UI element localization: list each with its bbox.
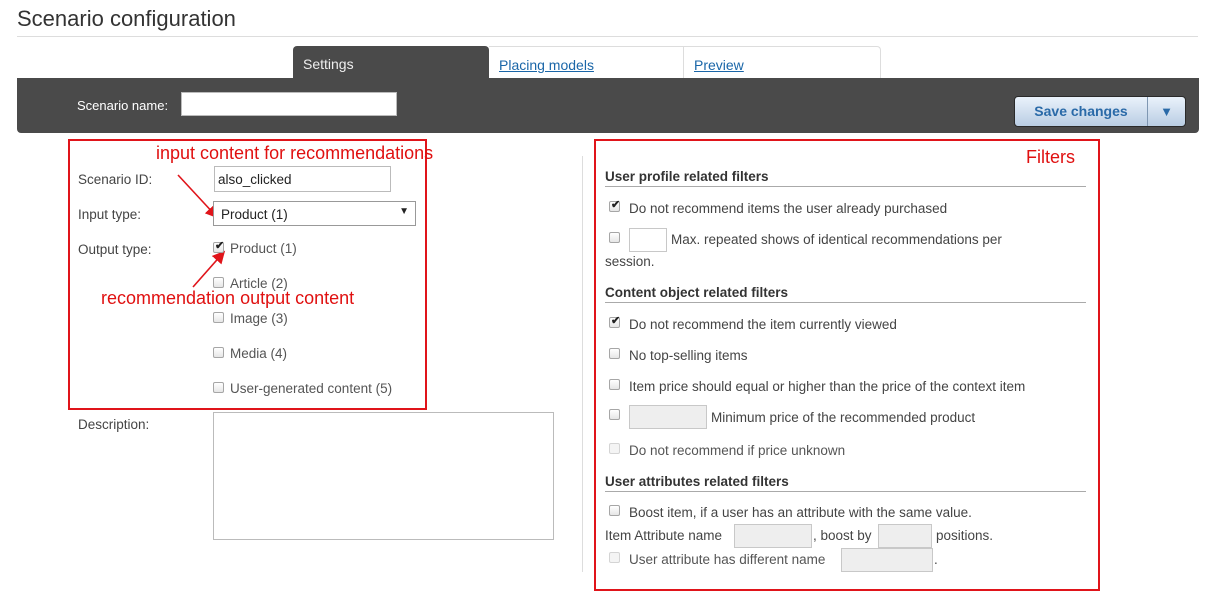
input-type-label: Input type: xyxy=(78,207,142,222)
no-top-selling-label: No top-selling items xyxy=(629,348,748,363)
filters-annotation: Filters xyxy=(1026,147,1075,167)
boost-by-label: , boost by xyxy=(813,528,872,543)
section-divider xyxy=(605,186,1086,187)
output-ugc-checkbox[interactable] xyxy=(213,382,224,393)
price-unknown-checkbox[interactable] xyxy=(609,443,620,454)
no-purchased-checkbox[interactable]: ✔ xyxy=(609,199,621,212)
output-ugc-label: User-generated content (5) xyxy=(230,381,393,396)
different-name-checkbox[interactable] xyxy=(609,552,620,563)
user-attributes-filters-title: User attributes related filters xyxy=(605,474,789,489)
min-price-label: Minimum price of the recommended product xyxy=(711,410,976,425)
output-media-checkbox[interactable] xyxy=(213,347,224,358)
no-top-selling-checkbox[interactable] xyxy=(609,348,620,359)
output-media-label: Media (4) xyxy=(230,346,288,361)
check-icon: ✔ xyxy=(611,315,621,327)
max-repeated-input[interactable] xyxy=(629,228,667,252)
price-unknown-label: Do not recommend if price unknown xyxy=(629,443,846,458)
output-article-label: Article (2) xyxy=(230,276,288,291)
no-purchased-label: Do not recommend items the user already … xyxy=(629,201,948,216)
input-type-value: Product (1) xyxy=(221,207,288,222)
different-name-label: User attribute has different name xyxy=(629,552,826,567)
price-equal-higher-label: Item price should equal or higher than t… xyxy=(629,379,1026,394)
input-arrow xyxy=(177,174,219,219)
positions-label: positions. xyxy=(936,528,994,543)
max-repeated-label-cont: session. xyxy=(605,254,655,269)
description-textarea[interactable] xyxy=(213,412,554,540)
boost-item-label: Boost item, if a user has an attribute w… xyxy=(629,505,972,520)
check-icon: ✔ xyxy=(215,240,225,252)
description-label: Description: xyxy=(78,417,150,432)
output-article-checkbox[interactable] xyxy=(213,277,224,288)
section-divider xyxy=(605,302,1086,303)
min-price-checkbox[interactable] xyxy=(609,409,620,420)
max-repeated-label: Max. repeated shows of identical recomme… xyxy=(671,232,1002,247)
content-object-filters-title: Content object related filters xyxy=(605,285,789,300)
output-type-label: Output type: xyxy=(78,242,152,257)
check-icon: ✔ xyxy=(611,199,621,211)
column-divider xyxy=(582,156,583,572)
boost-item-checkbox[interactable] xyxy=(609,505,620,516)
boost-by-input[interactable] xyxy=(878,524,932,548)
no-current-item-checkbox[interactable]: ✔ xyxy=(609,315,621,328)
no-current-item-label: Do not recommend the item currently view… xyxy=(629,317,897,332)
price-equal-higher-checkbox[interactable] xyxy=(609,379,620,390)
max-repeated-checkbox[interactable] xyxy=(609,232,620,243)
item-attribute-input[interactable] xyxy=(734,524,812,548)
output-image-checkbox[interactable] xyxy=(213,312,224,323)
different-name-input[interactable] xyxy=(841,548,933,572)
output-product-label: Product (1) xyxy=(230,241,297,256)
scenario-id-label: Scenario ID: xyxy=(78,172,153,187)
section-divider xyxy=(605,491,1086,492)
user-profile-filters-title: User profile related filters xyxy=(605,169,769,184)
min-price-input[interactable] xyxy=(629,405,707,429)
different-name-period: . xyxy=(934,552,938,567)
output-product-checkbox[interactable]: ✔ xyxy=(213,240,225,253)
output-image-label: Image (3) xyxy=(230,311,288,326)
input-type-select[interactable]: Product (1) ▼ xyxy=(213,201,416,226)
scenario-id-input[interactable]: also_clicked xyxy=(214,166,391,192)
chevron-down-icon: ▼ xyxy=(399,206,409,217)
item-attribute-label: Item Attribute name xyxy=(605,528,723,543)
